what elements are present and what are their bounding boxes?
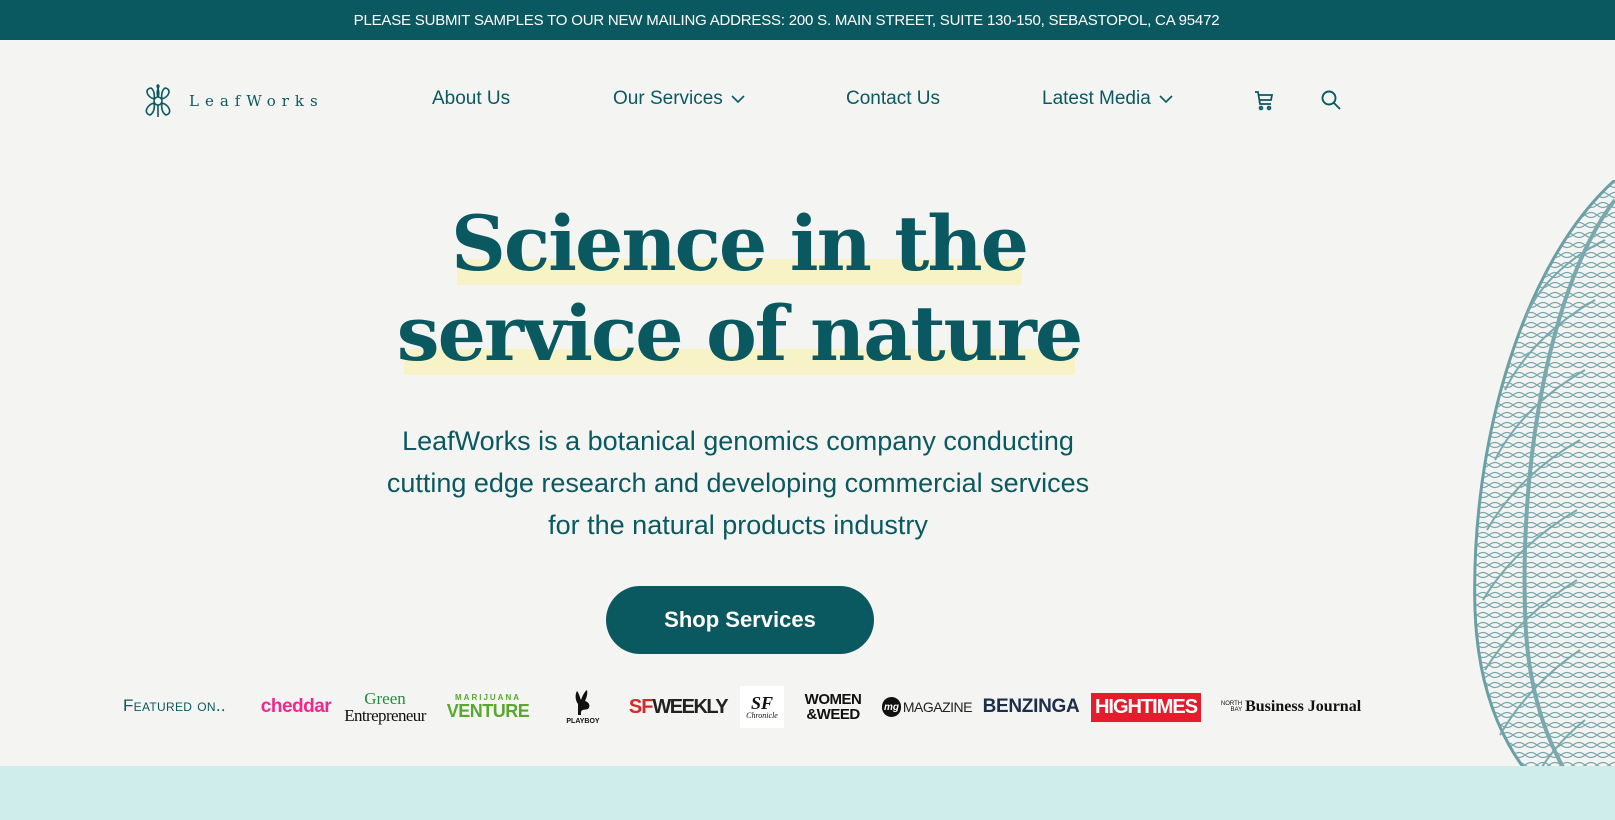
hero-headline-line-1: Science in the	[450, 199, 1029, 288]
nav-services-label: Our Services	[613, 88, 723, 109]
venture-logo-text: VENTURE	[446, 701, 530, 721]
magazine-logo-text: MAGAZINE	[902, 699, 973, 715]
weed-logo-text: &WEED	[806, 706, 860, 723]
mg-logo-badge: mg	[882, 697, 901, 717]
shop-services-button[interactable]: Shop Services	[606, 586, 874, 654]
press-logo-green-entrepreneur[interactable]: Green Entrepreneur	[344, 686, 426, 728]
press-logo-mg-magazine[interactable]: mg MAGAZINE	[882, 686, 973, 728]
women-logo-text: WOMEN	[804, 691, 862, 708]
bay-text: BAY	[1230, 707, 1243, 713]
search-icon[interactable]	[1319, 88, 1343, 112]
press-logo-women-and-weed[interactable]: WOMEN &WEED	[798, 686, 868, 728]
featured-on-label: Featured on..	[123, 696, 226, 715]
chevron-down-icon	[1159, 94, 1173, 103]
press-logo-playboy[interactable]: PLAYBOY	[560, 686, 606, 728]
press-logo-north-bay-business-journal[interactable]: NORTH BAY Business Journal	[1210, 686, 1372, 728]
leafworks-logo-icon	[145, 84, 171, 117]
hero-headline-line-2: service of nature	[396, 289, 1083, 378]
press-logo-benzinga[interactable]: BENZINGA	[980, 686, 1082, 728]
entrepreneur-logo-text: Entrepreneur	[344, 706, 426, 725]
nav-about[interactable]: About Us	[432, 88, 510, 110]
press-logo-sf-chronicle[interactable]: SF Chronicle	[740, 686, 784, 728]
nav-media[interactable]: Latest Media	[1042, 88, 1173, 110]
nav-media-label: Latest Media	[1042, 88, 1151, 109]
nav-contact[interactable]: Contact Us	[846, 88, 940, 110]
nav-services[interactable]: Our Services	[613, 88, 745, 110]
press-logo-marijuana-venture[interactable]: MARIJUANA VENTURE	[446, 686, 530, 728]
sf-chronicle-sf-text: SF	[750, 693, 774, 713]
north-bay-stack: NORTH BAY	[1221, 701, 1242, 713]
nav-contact-label: Contact Us	[846, 88, 940, 109]
business-journal-text: Business Journal	[1245, 698, 1362, 715]
hero-description: LeafWorks is a botanical genomics compan…	[338, 420, 1138, 546]
hero-description-line: for the natural products industry	[548, 510, 928, 540]
logo[interactable]: LeafWorks	[139, 84, 324, 118]
announcement-text: PLEASE SUBMIT SAMPLES TO OUR NEW MAILING…	[353, 11, 1220, 29]
press-logo-high-times[interactable]: HIGHTIMES	[1090, 686, 1202, 728]
playboy-bunny-icon	[575, 689, 590, 715]
chevron-down-icon	[731, 94, 745, 103]
hero-description-line: LeafWorks is a botanical genomics compan…	[402, 426, 1074, 456]
cheddar-logo-text: cheddar	[260, 696, 332, 717]
press-logo-sf-weekly[interactable]: SF WEEKLY	[628, 686, 729, 728]
high-times-logo-text: HIGHTIMES	[1090, 692, 1202, 722]
cart-icon[interactable]	[1252, 88, 1276, 112]
playboy-logo-text: PLAYBOY	[566, 717, 600, 725]
sf-weekly-sf-text: SF	[628, 695, 654, 718]
announcement-bar: PLEASE SUBMIT SAMPLES TO OUR NEW MAILING…	[0, 0, 1615, 40]
brand-wordmark: LeafWorks	[189, 92, 324, 110]
benzinga-logo-text: BENZINGA	[982, 696, 1080, 717]
sf-weekly-weekly-text: WEEKLY	[652, 695, 728, 718]
sf-chronicle-text: Chronicle	[746, 711, 778, 720]
press-logo-cheddar[interactable]: cheddar	[256, 686, 336, 728]
next-section-band	[0, 766, 1615, 820]
green-logo-text: Green	[364, 689, 406, 708]
nav-about-label: About Us	[432, 88, 511, 109]
press-row: Featured on.. cheddar Green Entrepreneur…	[0, 686, 1615, 728]
hero-description-line: cutting edge research and developing com…	[386, 468, 1090, 498]
